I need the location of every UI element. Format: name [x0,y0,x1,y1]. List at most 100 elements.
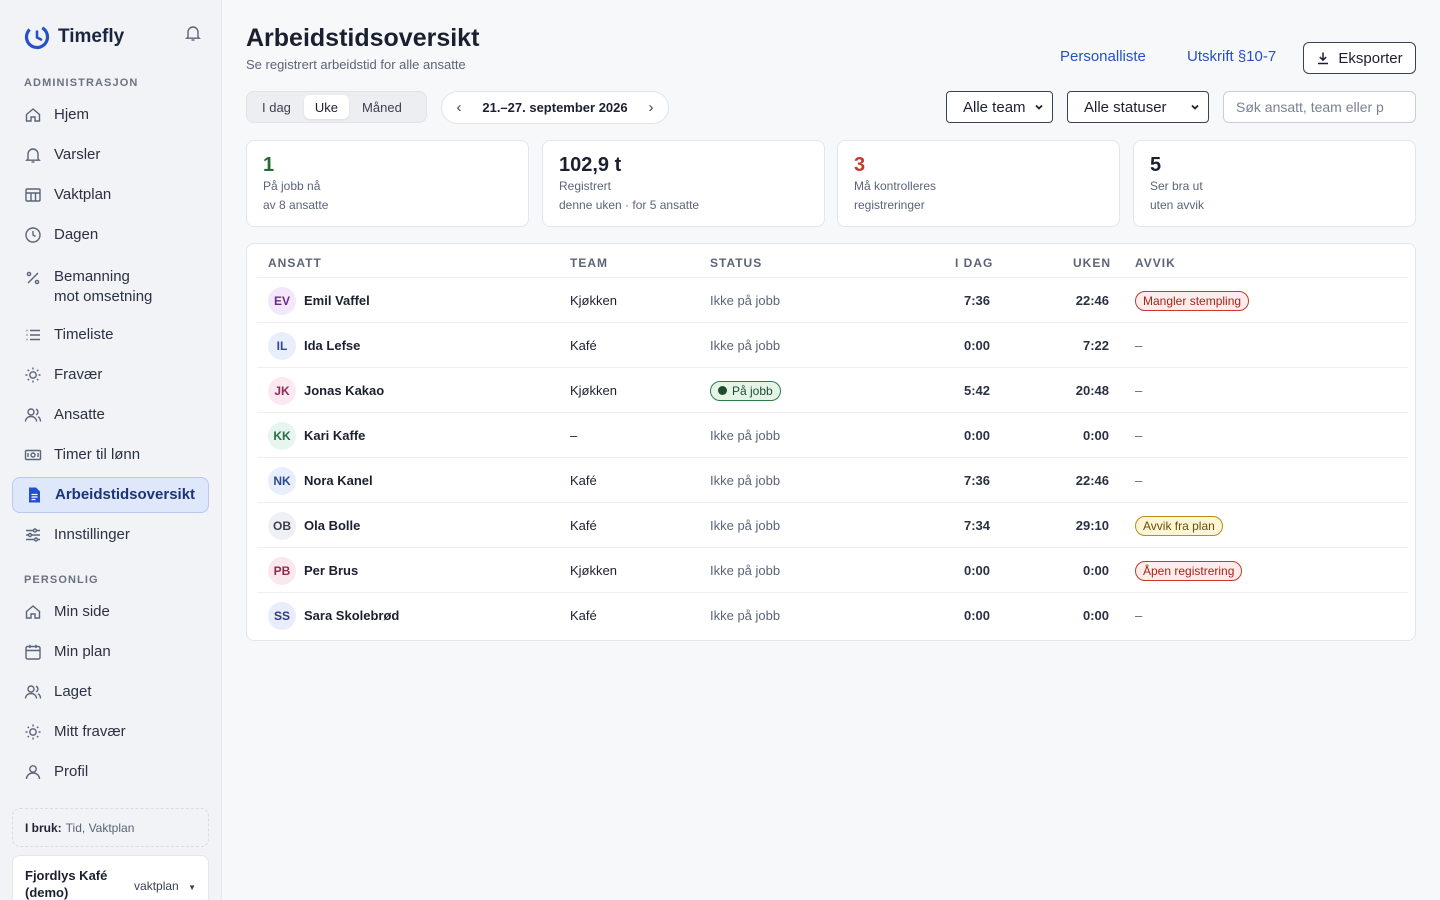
period-tab-month[interactable]: Måned [351,95,413,119]
status-cell: Ikke på jobb [710,503,910,548]
table-row[interactable]: SS Sara Skolebrød Kafé Ikke på jobb 0:00… [257,592,1408,637]
search-input[interactable] [1223,91,1416,123]
deviation-cell: – [1135,368,1395,413]
avatar: SS [268,601,296,630]
status-text: Ikke på jobb [710,293,781,308]
today-hours: 0:00 [963,338,990,353]
status-filter-value: Alle statuser [1084,98,1167,116]
nav-item-my-absence[interactable]: Mitt fravær [12,714,209,750]
employee-name[interactable]: Per Brus [304,563,358,578]
in-use-value: Tid, Vaktplan [65,820,135,835]
nav-item-staffing-vs-revenue[interactable]: Bemanning mot omsetning [12,263,209,307]
week-hours: 0:00 [1082,428,1109,443]
page-title: Arbeidstidsoversikt [246,24,480,52]
previous-period-icon[interactable]: ‹ [452,99,466,116]
nav-item-settings[interactable]: Innstillinger [12,517,209,553]
today-hours: 5:42 [963,383,990,398]
table-row[interactable]: JK Jonas Kakao Kjøkken På jobb 5:42 20:4… [257,367,1408,412]
nav-item-profile[interactable]: Profil [12,754,209,790]
employee-name[interactable]: Sara Skolebrød [304,608,399,623]
grid-table-icon [25,188,41,202]
table-row[interactable]: OB Ola Bolle Kafé Ikke på jobb 7:34 29:1… [257,502,1408,547]
employee-name[interactable]: Jonas Kakao [304,383,384,398]
period-toggle: I dag Uke Måned [246,91,427,123]
today-hours: 0:00 [963,428,990,443]
home-icon [25,108,41,122]
home-icon [25,605,41,619]
sun-icon [25,724,41,740]
card-sublabel: uten avvik [1150,198,1205,212]
employee-name[interactable]: Emil Vaffel [304,293,370,308]
nav-item-shift-plan[interactable]: Vaktplan [12,177,209,213]
nav-label: Profil [54,763,89,780]
notifications-bell-icon[interactable] [184,24,202,42]
team-filter-select[interactable]: Alle team [946,91,1053,123]
nav-label: Fravær [54,366,103,383]
organization-name: Fjordlys Kafé (demo) [25,868,108,900]
status-filter-select[interactable]: Alle statuser [1067,91,1209,123]
status-text: Ikke på jobb [710,428,781,443]
column-header-today[interactable]: I DAG [955,256,993,270]
week-hours: 22:46 [1075,473,1109,488]
column-header-team[interactable]: TEAM [570,256,608,270]
nav-item-working-time-overview[interactable]: Arbeidstidsoversikt [12,477,209,513]
week-hours: 0:00 [1082,608,1109,623]
team-cell: Kjøkken [570,563,617,578]
card-label: Må kontrolleres [854,179,937,193]
column-header-status[interactable]: STATUS [710,256,762,270]
chevron-down-icon [1035,104,1043,110]
summary-card-on-duty: 1 På jobb nå av 8 ansatte [246,140,529,227]
deviation-text: – [1135,338,1143,353]
nav-item-hours-to-payroll[interactable]: Timer til lønn [12,437,209,473]
status-dot-icon [718,386,727,395]
table-row[interactable]: KK Kari Kaffe – Ikke på jobb 0:00 0:00 – [257,412,1408,457]
summary-card-registered: 102,9 t Registrert denne uken · for 5 an… [542,140,825,227]
employee-table: ANSATT TEAM STATUS I DAG UKEN AVVIK EV E… [246,243,1416,641]
print-report-link[interactable]: Utskrift §10-7 [1187,48,1276,65]
nav-item-my-plan[interactable]: Min plan [12,634,209,670]
card-value: 102,9 t [559,154,622,176]
team-cell: Kjøkken [570,293,617,308]
nav-item-my-page[interactable]: Min side [12,594,209,630]
table-row[interactable]: IL Ida Lefse Kafé Ikke på jobb 0:00 7:22… [257,322,1408,367]
staff-list-link[interactable]: Personalliste [1060,48,1146,65]
employee-cell: KK Kari Kaffe [268,413,558,458]
team-cell: – [570,428,578,443]
brand[interactable]: Timefly [24,24,124,50]
period-tab-today[interactable]: I dag [251,95,302,119]
user-icon [25,765,41,780]
nav-label: Timeliste [54,326,114,343]
table-row[interactable]: NK Nora Kanel Kafé Ikke på jobb 7:36 22:… [257,457,1408,502]
employee-name[interactable]: Kari Kaffe [304,428,365,443]
sun-icon [25,367,41,383]
employee-name[interactable]: Ida Lefse [304,338,360,353]
nav-item-team[interactable]: Laget [12,674,209,710]
employee-name[interactable]: Nora Kanel [304,473,373,488]
organization-switcher[interactable]: Fjordlys Kafé (demo) vaktplan ▼ [12,855,209,900]
section-label-personal: PERSONLIG [24,574,99,586]
today-hours: 7:34 [963,518,990,533]
status-text: Ikke på jobb [710,473,781,488]
nav-item-home[interactable]: Hjem [12,97,209,133]
deviation-badge: Avvik fra plan [1135,515,1223,536]
in-use-label: I bruk: [25,820,62,835]
nav-item-absence[interactable]: Fravær [12,357,209,393]
export-label: Eksporter [1338,49,1403,67]
deviation-badge: Åpen registrering [1135,560,1243,581]
period-tab-week[interactable]: Uke [303,95,350,119]
column-header-week[interactable]: UKEN [1073,256,1111,270]
export-button[interactable]: Eksporter [1303,42,1416,74]
table-row[interactable]: PB Per Brus Kjøkken Ikke på jobb 0:00 0:… [257,547,1408,592]
next-period-icon[interactable]: › [644,99,658,116]
nav-item-timesheet[interactable]: Timeliste [12,317,209,353]
week-hours: 22:46 [1075,293,1109,308]
table-row[interactable]: EV Emil Vaffel Kjøkken Ikke på jobb 7:36… [257,277,1408,322]
nav-item-day[interactable]: Dagen [12,217,209,253]
column-header-employee[interactable]: ANSATT [268,256,322,270]
nav-item-alerts[interactable]: Varsler [12,137,209,173]
sidebar: Timefly ADMINISTRASJON Hjem Varsler Vakt… [0,0,222,900]
timefly-logo-icon [24,24,50,50]
nav-item-employees[interactable]: Ansatte [12,397,209,433]
employee-name[interactable]: Ola Bolle [304,518,360,533]
column-header-deviation[interactable]: AVVIK [1135,256,1176,270]
